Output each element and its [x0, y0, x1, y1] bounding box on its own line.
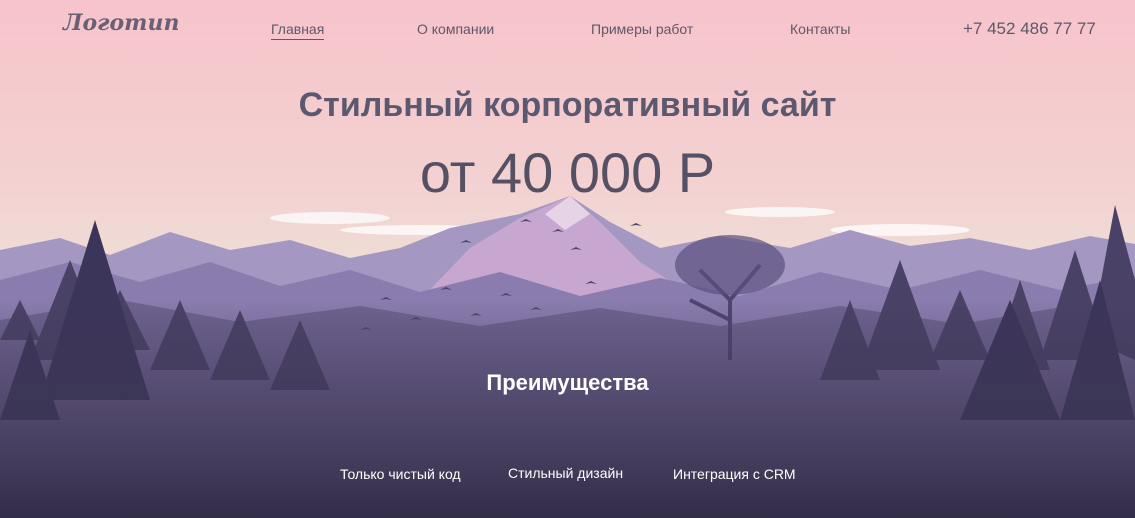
nav-link-about[interactable]: О компании	[417, 21, 494, 37]
header-nav: Логотип Главная О компании Примеры работ…	[0, 0, 1135, 60]
feature-crm-integration: Интеграция с CRM	[673, 466, 796, 482]
logo[interactable]: Логотип	[63, 10, 179, 36]
nav-link-contacts[interactable]: Контакты	[790, 21, 850, 37]
feature-stylish-design: Стильный дизайн	[508, 465, 624, 481]
nav-link-portfolio[interactable]: Примеры работ	[591, 21, 693, 37]
mountain-forest-background	[0, 0, 1135, 518]
hero-title: Стильный корпоративный сайт	[298, 86, 837, 124]
feature-clean-code: Только чистый код	[340, 466, 461, 482]
advantages-title: Преимущества	[486, 370, 649, 395]
hero-price: от 40 000 Р	[419, 141, 716, 204]
landing-page: Логотип Главная О компании Примеры работ…	[0, 0, 1135, 518]
nav-link-home[interactable]: Главная	[271, 21, 325, 40]
phone-link[interactable]: +7 452 486 77 77	[963, 19, 1096, 39]
